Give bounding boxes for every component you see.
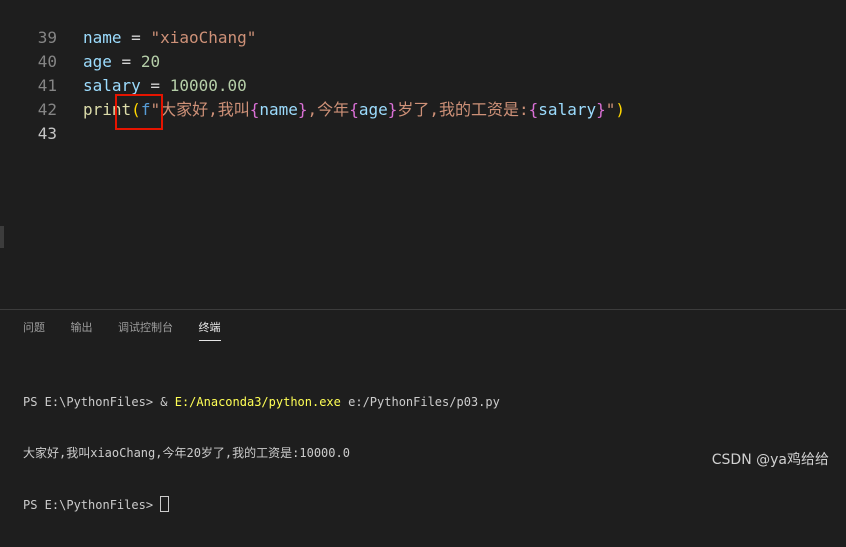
panel-tabs: 问题 输出 调试控制台 终端 (23, 320, 243, 344)
code-content: salary = 10000.00 (83, 74, 247, 98)
terminal-prompt: PS E:\PythonFiles> & (23, 395, 175, 409)
tab-problems[interactable]: 问题 (23, 320, 45, 340)
tab-terminal[interactable]: 终端 (198, 320, 221, 341)
tab-debug-console[interactable]: 调试控制台 (118, 320, 173, 340)
operator: = (111, 52, 141, 71)
operator: = (140, 76, 170, 95)
code-line-40[interactable]: 40 name = "xiaoChang" (0, 26, 846, 71)
terminal-executable: E:/Anaconda3/python.exe (174, 395, 341, 409)
code-content: print(f"大家好,我叫{name},今年{age}岁了,我的工资是:{sa… (83, 98, 625, 122)
variable-name: name (83, 28, 122, 47)
variable-name: salary (83, 76, 141, 95)
string-part: "大家好,我叫 (150, 100, 250, 119)
line-number: 43 (37, 124, 57, 143)
number-literal: 10000.00 (169, 76, 247, 95)
interp-variable: name (259, 100, 298, 119)
string-literal: "xiaoChang" (150, 28, 257, 47)
brace-close: } (297, 100, 308, 119)
brace-open: { (528, 100, 539, 119)
scroll-indicator (0, 226, 4, 248)
terminal-cursor (160, 496, 170, 512)
number-literal: 20 (140, 52, 161, 71)
code-line-41[interactable]: 41 age = 20 (0, 50, 846, 95)
tab-output[interactable]: 输出 (71, 320, 93, 340)
brace-open: { (249, 100, 260, 119)
brace-close: } (596, 100, 606, 119)
code-content: name = "xiaoChang" (83, 26, 256, 50)
string-part: ,今年 (307, 100, 350, 119)
string-part: " (605, 100, 616, 119)
code-editor[interactable]: 39 40 name = "xiaoChang" 41 age = 20 42 … (0, 0, 846, 309)
terminal-prompt: PS E:\PythonFiles> (23, 498, 161, 512)
code-line-39[interactable]: 39 (0, 2, 846, 47)
terminal-output[interactable]: PS E:\PythonFiles> & E:/Anaconda3/python… (23, 360, 500, 547)
close-paren: ) (615, 100, 626, 119)
terminal-line: PS E:\PythonFiles> & E:/Anaconda3/python… (23, 394, 500, 411)
code-content: age = 20 (83, 50, 160, 74)
string-part: 岁了,我的工资是: (397, 100, 529, 119)
terminal-program-output: 大家好,我叫xiaoChang,今年20岁了,我的工资是:10000.0 (23, 446, 350, 460)
terminal-argument: e:/PythonFiles/p03.py (340, 395, 500, 409)
terminal-line: PS E:\PythonFiles> (23, 496, 500, 513)
annotation-highlight-box (115, 94, 163, 130)
interp-variable: salary (538, 100, 597, 119)
brace-open: { (349, 100, 359, 119)
brace-close: } (387, 100, 398, 119)
operator: = (121, 28, 151, 47)
variable-name: age (83, 52, 112, 71)
interp-variable: age (358, 100, 388, 119)
watermark: CSDN @ya鸡给给 (711, 452, 829, 468)
terminal-line: 大家好,我叫xiaoChang,今年20岁了,我的工资是:10000.0 (23, 445, 500, 462)
